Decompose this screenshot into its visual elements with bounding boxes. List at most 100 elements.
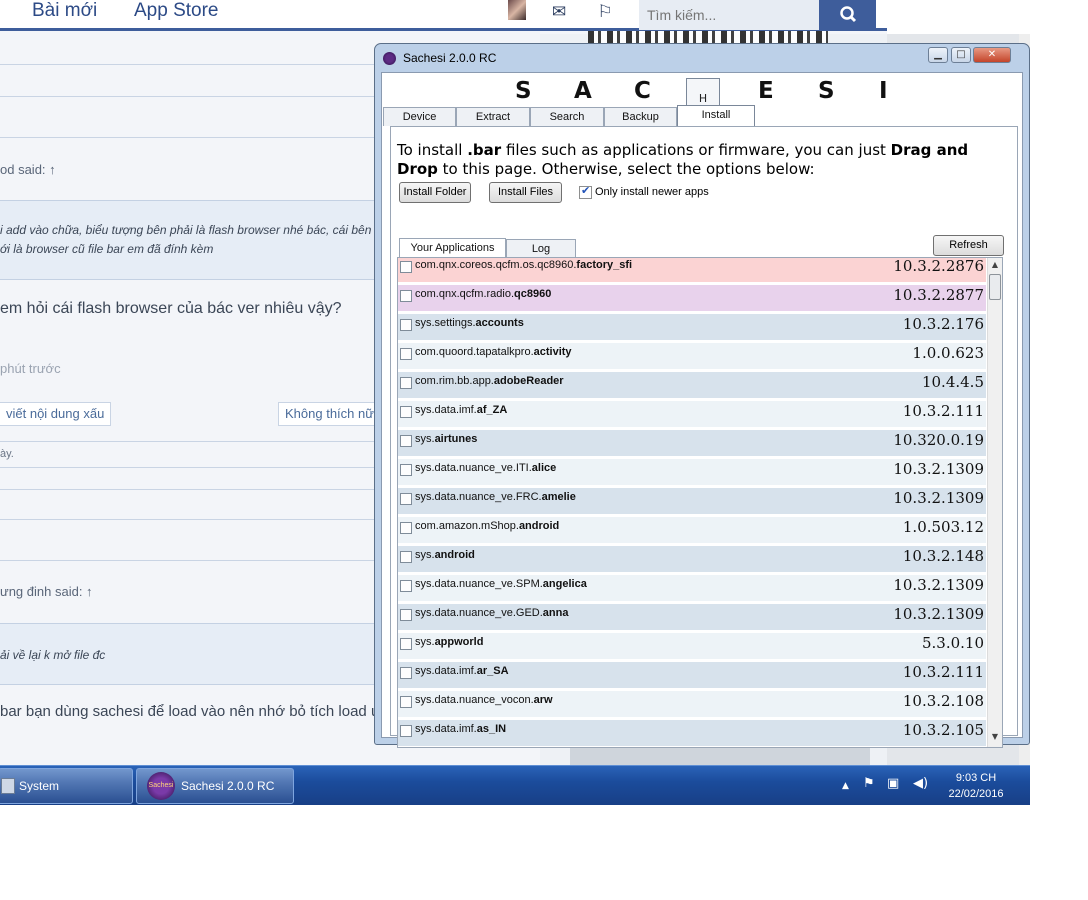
app-package-name: sys.appworld	[415, 636, 484, 648]
volume-icon[interactable]: ◀)	[913, 776, 928, 791]
desktop: Bài mới App Store ✉ ⚐ od said: ↑ i add v…	[0, 0, 1030, 805]
app-row-checkbox[interactable]	[400, 290, 412, 302]
app-row-checkbox[interactable]	[400, 667, 412, 679]
app-row-checkbox[interactable]	[400, 638, 412, 650]
app-row[interactable]: com.quoord.tapatalkpro.activity 1.0.0.623	[398, 343, 986, 369]
app-row-checkbox[interactable]	[400, 406, 412, 418]
app-row[interactable]: com.qnx.qcfm.radio.qc8960 10.3.2.2877	[398, 285, 986, 311]
app-row[interactable]: sys.data.nuance_vocon.arw 10.3.2.108	[398, 691, 986, 717]
scroll-up-arrow-icon[interactable]: ▲	[990, 260, 1000, 269]
app-row[interactable]: com.qnx.coreos.qcfm.os.qc8960.factory_sf…	[398, 258, 986, 282]
app-row[interactable]: sys.android 10.3.2.148	[398, 546, 986, 572]
app-row[interactable]: com.amazon.mShop.android 1.0.503.12	[398, 517, 986, 543]
app-row-checkbox[interactable]	[400, 319, 412, 331]
user-avatar[interactable]	[508, 0, 526, 20]
app-row-checkbox[interactable]	[400, 522, 412, 534]
app-row-checkbox[interactable]	[400, 493, 412, 505]
maximize-button[interactable]: □	[951, 47, 971, 63]
app-row[interactable]: com.rim.bb.app.adobeReader 10.4.4.5	[398, 372, 986, 398]
app-row[interactable]: sys.data.nuance_ve.ITI.alice 10.3.2.1309	[398, 459, 986, 485]
app-row-checkbox[interactable]	[400, 609, 412, 621]
app-row[interactable]: sys.data.nuance_ve.SPM.angelica 10.3.2.13…	[398, 575, 986, 601]
app-row[interactable]: sys.airtunes 10.320.0.19	[398, 430, 986, 456]
app-version: 10.3.2.148	[902, 547, 984, 565]
app-row-checkbox[interactable]	[400, 551, 412, 563]
scroll-thumb[interactable]	[989, 274, 1001, 300]
app-row-checkbox[interactable]	[400, 580, 412, 592]
quote-box: i add vào chữa, biểu tượng bên phải là f…	[0, 200, 380, 280]
network-icon[interactable]: ▣	[887, 776, 899, 791]
app-version: 10.3.2.111	[902, 402, 984, 420]
refresh-button[interactable]: Refresh	[933, 235, 1004, 256]
taskbar-item-sachesi[interactable]: Sachesi Sachesi 2.0.0 RC	[136, 768, 294, 804]
site-search	[639, 0, 819, 30]
tab-install[interactable]: Install	[677, 105, 755, 127]
app-package-name: com.rim.bb.app.adobeReader	[415, 375, 564, 387]
app-row[interactable]: sys.data.imf.as_IN 10.3.2.105	[398, 720, 986, 746]
report-button[interactable]: viết nội dung xấu	[0, 402, 112, 426]
window-title: Sachesi 2.0.0 RC	[403, 51, 497, 65]
logo-letter: E	[758, 78, 774, 104]
app-version: 10.3.2.108	[902, 692, 984, 710]
app-row-checkbox[interactable]	[400, 725, 412, 737]
search-button[interactable]	[819, 0, 876, 30]
taskbar-item-system[interactable]: System	[0, 768, 133, 804]
app-row-checkbox[interactable]	[400, 464, 412, 476]
app-row-checkbox[interactable]	[400, 696, 412, 708]
close-button[interactable]: ✕	[973, 47, 1011, 63]
logo-letter-box: H	[686, 78, 720, 106]
app-version: 1.0.503.12	[902, 518, 984, 536]
app-package-name: sys.data.nuance_ve.SPM.angelica	[415, 578, 587, 590]
app-package-name: sys.data.imf.ar_SA	[415, 665, 509, 677]
app-row[interactable]: sys.data.nuance_ve.FRC.amelie 10.3.2.1309	[398, 488, 986, 514]
search-input[interactable]	[639, 0, 819, 30]
quote-author[interactable]: od said: ↑	[0, 162, 56, 177]
app-row-checkbox[interactable]	[400, 377, 412, 389]
app-package-name: sys.data.imf.af_ZA	[415, 404, 508, 416]
post-text: bar bạn dùng sachesi để load vào nên nhớ…	[0, 703, 398, 720]
tray-expand-icon[interactable]: ▲	[842, 781, 849, 791]
app-row[interactable]: sys.appworld 5.3.0.10	[398, 633, 986, 659]
nav-new-posts[interactable]: Bài mới	[32, 0, 97, 22]
logo-letter: C	[634, 78, 651, 104]
logo-letter: I	[879, 78, 888, 104]
alerts-flag-icon[interactable]: ⚐	[594, 2, 616, 22]
install-folder-button[interactable]: Install Folder	[399, 182, 471, 203]
app-package-name: com.amazon.mShop.android	[415, 520, 560, 532]
inbox-icon[interactable]: ✉	[548, 2, 570, 22]
tab-your-applications[interactable]: Your Applications	[399, 238, 506, 259]
tab-device[interactable]: Device	[383, 107, 456, 126]
nav-app-store[interactable]: App Store	[134, 0, 219, 22]
app-row-checkbox[interactable]	[400, 435, 412, 447]
only-newer-checkbox[interactable]	[579, 184, 592, 199]
scroll-down-arrow-icon[interactable]: ▼	[990, 732, 1000, 741]
app-row[interactable]: sys.settings.accounts 10.3.2.176	[398, 314, 986, 340]
action-center-flag-icon[interactable]: ⚑	[863, 776, 875, 791]
system-clock[interactable]: 9:03 CH 22/02/2016	[940, 770, 1012, 802]
app-row-checkbox[interactable]	[400, 348, 412, 360]
app-version: 5.3.0.10	[921, 634, 984, 652]
app-row[interactable]: sys.data.imf.af_ZA 10.3.2.111	[398, 401, 986, 427]
app-row[interactable]: sys.data.nuance_ve.GED.anna 10.3.2.1309	[398, 604, 986, 630]
app-version: 10.3.2.1309	[893, 576, 984, 594]
tab-log[interactable]: Log	[506, 239, 576, 258]
site-nav-bar: Bài mới App Store ✉ ⚐	[0, 0, 887, 31]
app-version: 1.0.0.623	[912, 344, 984, 362]
app-row[interactable]: sys.data.imf.ar_SA 10.3.2.111	[398, 662, 986, 688]
dislike-button[interactable]: Không thích nữ	[278, 402, 381, 426]
app-row-checkbox[interactable]	[400, 261, 412, 273]
app-version: 10.3.2.1309	[893, 489, 984, 507]
quote-author[interactable]: ưng đinh said: ↑	[0, 584, 93, 599]
list-scrollbar[interactable]: ▲ ▼	[987, 258, 1002, 747]
install-files-button[interactable]: Install Files	[489, 182, 562, 203]
tab-backup[interactable]: Backup	[604, 107, 677, 126]
install-instructions: To install .bar files such as applicatio…	[397, 141, 969, 178]
tab-search[interactable]: Search	[530, 107, 604, 126]
app-version: 10.4.4.5	[921, 373, 984, 391]
taskbar: System Sachesi Sachesi 2.0.0 RC ▲ ⚑ ▣ ◀)…	[0, 765, 1030, 805]
post-time: phút trước	[0, 361, 61, 376]
tab-extract[interactable]: Extract	[456, 107, 530, 126]
app-package-name: com.quoord.tapatalkpro.activity	[415, 346, 572, 358]
minimize-button[interactable]: ▁	[928, 47, 948, 63]
app-version: 10.3.2.111	[902, 663, 984, 681]
